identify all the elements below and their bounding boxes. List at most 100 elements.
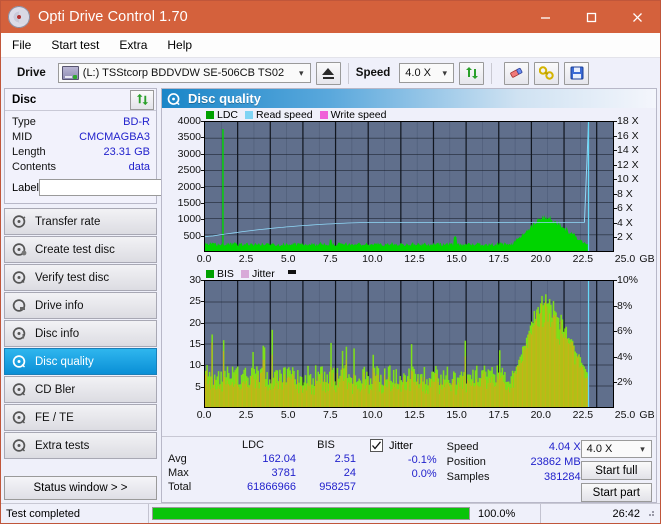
x-tick: 0.0 <box>196 253 212 265</box>
sidebar-item-disc-quality[interactable]: Disc quality <box>4 348 157 375</box>
x-tick: 22.5 <box>572 409 594 421</box>
bis-series-svg <box>205 281 613 407</box>
charts-area: LDC Read speed Write speed 4000 3500 300… <box>162 108 656 436</box>
y-tick: 3500 <box>177 131 205 144</box>
maximize-button[interactable] <box>568 1 614 33</box>
disc-row-type: Type BD-R <box>12 114 150 129</box>
x-tick: 5.0 <box>280 253 296 265</box>
measure-value-speed: 4.04 X <box>548 441 581 453</box>
ldc-chart-legend: LDC Read speed Write speed <box>164 108 654 121</box>
x-tick: 17.5 <box>488 409 509 421</box>
y-tick: 25 <box>189 295 204 308</box>
stats-cell-bis: 2.51 <box>334 453 356 465</box>
sidebar-item-create-test-disc[interactable]: Create test disc <box>4 236 157 263</box>
save-button[interactable] <box>564 61 590 85</box>
tools-button[interactable] <box>534 61 560 85</box>
disc-row-key: Contents <box>12 160 57 173</box>
refresh-icon <box>465 67 478 79</box>
menu-item-help[interactable]: Help <box>165 36 203 54</box>
legend-label: LDC <box>217 108 239 121</box>
sidebar-item-extra-tests[interactable]: Extra tests <box>4 432 157 459</box>
start-full-button[interactable]: Start full <box>580 461 652 481</box>
jitter-toggle-row: Jitter <box>370 439 437 452</box>
disc-row-value: 23.31 GB <box>103 145 150 158</box>
disc-row-value: data <box>128 160 150 173</box>
start-part-button[interactable]: Start part <box>580 483 652 503</box>
status-message: Test completed <box>1 504 149 523</box>
legend-label: Jitter <box>251 267 275 280</box>
x-tick: 22.5 <box>572 253 594 265</box>
y-tick: 30 <box>189 274 204 286</box>
sidebar-item-cd-bler[interactable]: CD Bler <box>4 376 157 403</box>
ldc-y-axis: 4000 3500 3000 2500 2000 1500 1000 500 <box>164 115 205 252</box>
measure-key-samples: Samples <box>446 471 490 483</box>
erase-button[interactable] <box>504 61 530 85</box>
legend-label: Write speed <box>330 108 387 121</box>
measure-value-position: 23862 MB <box>530 456 581 468</box>
y2-tick: 18 X <box>614 115 639 127</box>
chevron-down-icon: ▾ <box>640 443 645 454</box>
disc-properties: Type BD-R MID CMCMAGBA3 Length 23.31 GB … <box>5 111 240 203</box>
eraser-icon <box>510 67 523 78</box>
y2-tick: 2% <box>613 376 633 389</box>
menu-bar: File Start test Extra Help <box>1 33 660 58</box>
x-unit: GB <box>639 253 655 265</box>
disc-quality-icon <box>167 92 180 105</box>
y2-tick: 12 X <box>614 158 639 171</box>
measurement-column: Speed 4.04 X Position 23862 MB Samples 3… <box>447 439 581 502</box>
status-window-button[interactable]: Status window > > <box>4 476 157 500</box>
menu-item-file[interactable]: File <box>10 36 42 54</box>
sidebar-item-fe-te[interactable]: FE / TE <box>4 404 157 431</box>
ldc-plot-area[interactable] <box>204 121 614 252</box>
minimize-button[interactable] <box>522 1 568 33</box>
legend-label: BIS <box>217 267 234 280</box>
test-speed-value: 4.0 X <box>586 443 613 456</box>
disc-label-row: Label <box>12 177 240 198</box>
y2-tick: 2 X <box>614 231 633 244</box>
title-bar: Opti Drive Control 1.70 <box>1 1 660 33</box>
close-button[interactable] <box>614 1 660 33</box>
menu-item-extra[interactable]: Extra <box>117 36 158 54</box>
sidebar-item-drive-info[interactable]: Drive info <box>4 292 157 319</box>
bis-plot-area[interactable] <box>204 280 614 408</box>
bis-chart-legend: BIS Jitter <box>164 267 654 280</box>
resize-grip[interactable] <box>645 507 658 520</box>
stats-header-ldc: LDC <box>241 439 264 451</box>
stats-cell-ldc: 3781 <box>271 467 296 479</box>
menu-item-start-test[interactable]: Start test <box>49 36 110 54</box>
refresh-button[interactable] <box>459 61 485 85</box>
disc-row-length: Length 23.31 GB <box>12 144 150 159</box>
eject-button[interactable] <box>315 61 341 85</box>
x-tick: 15.0 <box>446 409 467 421</box>
sidebar-item-verify-test-disc[interactable]: Verify test disc <box>4 264 157 291</box>
y-tick: 1000 <box>177 213 205 226</box>
status-bar: Test completed 100.0% 26:42 <box>1 503 660 523</box>
x-tick: 12.5 <box>404 409 425 421</box>
ldc-x-axis: 0.0 2.5 5.0 7.5 10.0 12.5 15.0 17.5 20.0… <box>164 252 655 267</box>
speed-select[interactable]: 4.0 X ▾ <box>399 63 455 83</box>
disc-row-mid: MID CMCMAGBA3 <box>12 129 150 144</box>
speed-label: Speed <box>355 67 391 79</box>
sidebar-item-transfer-rate[interactable]: Transfer rate <box>4 208 157 235</box>
stats-cell-ldc: 162.04 <box>262 453 296 465</box>
disc-row-key: Length <box>12 145 46 158</box>
sidebar-item-disc-info[interactable]: Disc info <box>4 320 157 347</box>
panel-title: Disc quality <box>188 91 261 106</box>
chevron-down-icon: ▾ <box>299 67 304 78</box>
y-tick: 500 <box>183 229 204 242</box>
stats-row-label: Max <box>168 467 189 479</box>
x-tick: 17.5 <box>488 253 509 265</box>
y-tick: 2500 <box>177 164 205 177</box>
drive-select[interactable]: (L:) TSStcorp BDDVDW SE-506CB TS02 ▾ <box>57 63 311 83</box>
y-tick: 20 <box>189 316 204 329</box>
disc-refresh-button[interactable] <box>130 89 154 110</box>
legend-item-write-speed: Write speed <box>319 108 387 121</box>
test-speed-select[interactable]: 4.0 X ▾ <box>580 440 652 459</box>
jitter-checkbox[interactable] <box>370 439 383 452</box>
measure-key-position: Position <box>446 456 486 468</box>
y2-tick: 8 X <box>614 187 633 200</box>
stats-corner <box>168 439 210 451</box>
window-title: Opti Drive Control 1.70 <box>38 9 188 25</box>
stats-header-bis: BIS <box>317 439 335 451</box>
sidebar-item-label: Disc quality <box>35 355 94 368</box>
